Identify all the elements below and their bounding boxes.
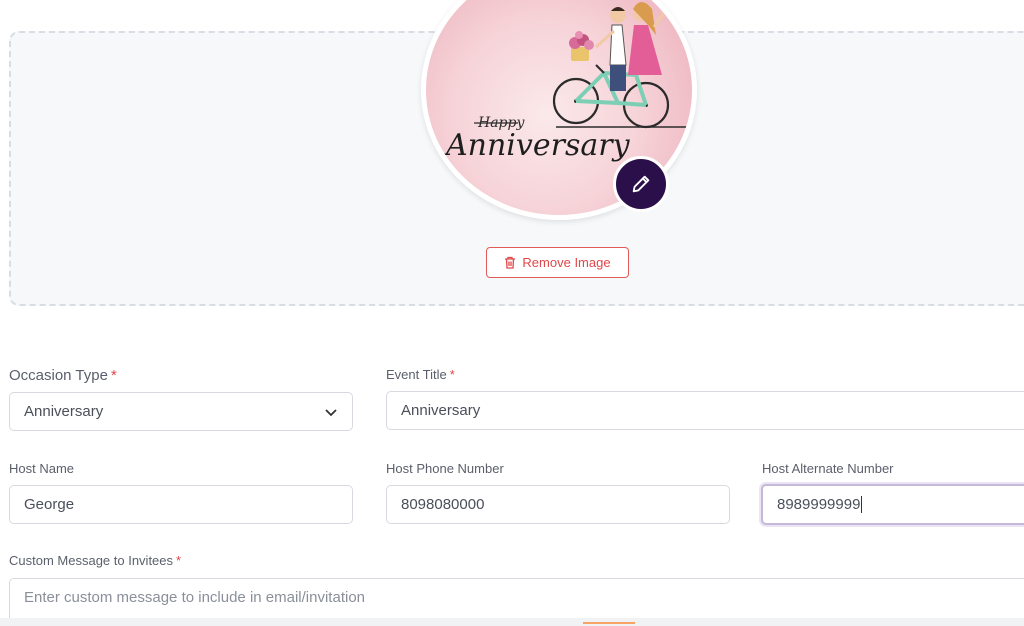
host-phone-label: Host Phone Number <box>386 461 504 476</box>
event-form-page: Happy Anniversary Remove Image Occasion … <box>0 0 1024 626</box>
host-alt-phone-value: 8989999999 <box>777 496 861 513</box>
custom-message-placeholder: Enter custom message to include in email… <box>24 589 366 606</box>
remove-image-button[interactable]: Remove Image <box>486 247 629 278</box>
host-phone-value: 8098080000 <box>401 496 485 513</box>
occasion-type-value: Anniversary <box>24 403 104 420</box>
host-name-input[interactable]: George <box>9 485 353 524</box>
remove-image-label: Remove Image <box>522 255 611 270</box>
event-title-value: Anniversary <box>401 402 481 419</box>
required-marker: * <box>176 553 182 568</box>
event-title-label: Event Title * <box>386 367 455 382</box>
bottom-accent <box>583 622 635 624</box>
occasion-type-label: Occasion Type * <box>9 367 117 384</box>
text-cursor <box>861 496 863 513</box>
edit-image-button[interactable] <box>613 156 669 212</box>
trash-icon <box>505 256 516 269</box>
event-title-input[interactable]: Anniversary <box>386 391 1024 430</box>
required-marker: * <box>110 367 117 384</box>
host-name-value: George <box>24 496 75 513</box>
custom-message-label: Custom Message to Invitees * <box>9 553 182 568</box>
chevron-down-icon <box>325 409 337 417</box>
host-alt-phone-label: Host Alternate Number <box>762 461 894 476</box>
bottom-toolbar <box>0 618 1024 626</box>
image-anniversary-text: Anniversary <box>443 128 631 163</box>
occasion-type-select[interactable]: Anniversary <box>9 392 353 431</box>
required-marker: * <box>449 367 455 382</box>
host-name-label: Host Name <box>9 461 75 476</box>
host-phone-input[interactable]: 8098080000 <box>386 485 730 524</box>
host-alt-phone-input[interactable]: 8989999999 <box>761 484 1024 525</box>
pencil-icon <box>632 175 650 193</box>
